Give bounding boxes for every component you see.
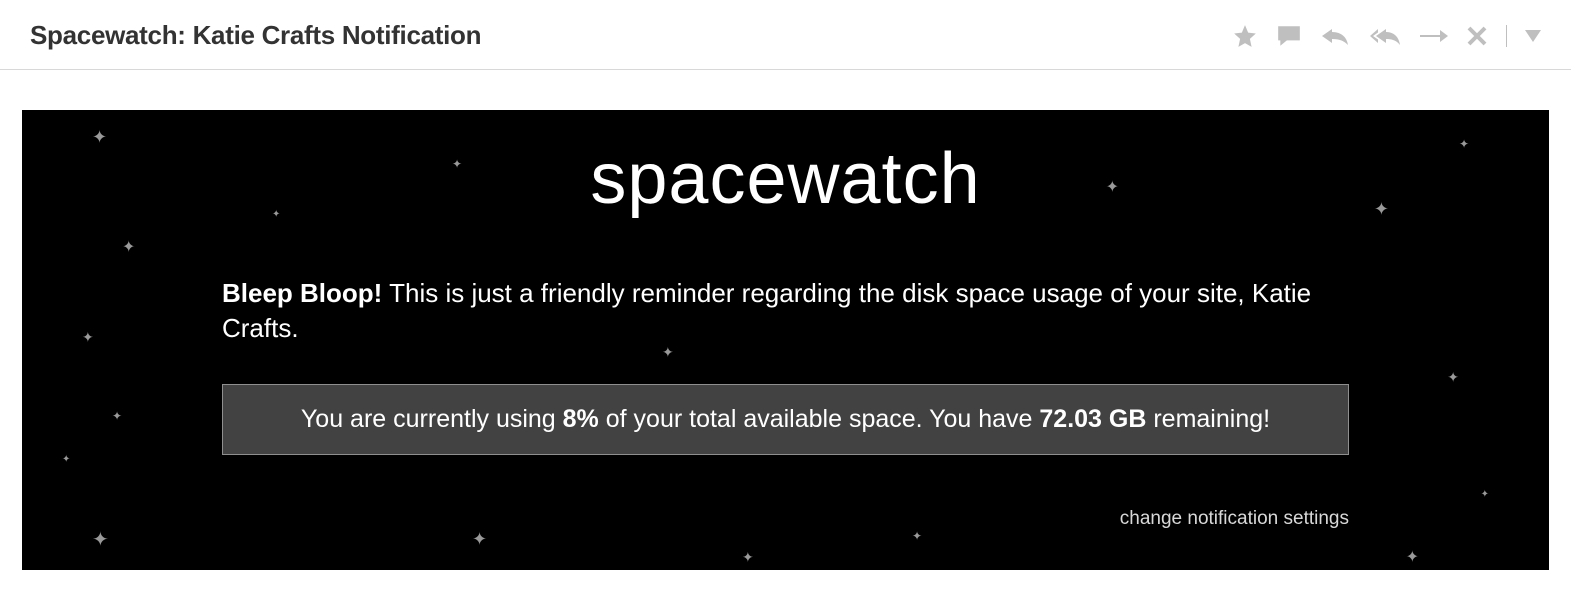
usage-remaining: 72.03 GB: [1039, 405, 1146, 433]
star-decoration: ✦: [472, 530, 487, 548]
star-decoration: ✦: [92, 530, 109, 550]
star-decoration: ✦: [452, 158, 462, 170]
comment-icon[interactable]: [1276, 24, 1302, 48]
greeting-bold: Bleep Bloop!: [222, 278, 382, 308]
star-decoration: ✦: [122, 240, 135, 256]
email-subject: Spacewatch: Katie Crafts Notification: [30, 20, 481, 51]
star-decoration: ✦: [1106, 180, 1119, 196]
email-header: Spacewatch: Katie Crafts Notification: [0, 0, 1571, 70]
toolbar-divider: [1506, 25, 1507, 47]
email-toolbar: [1232, 23, 1541, 49]
reply-icon[interactable]: [1320, 25, 1350, 47]
greeting-text: This is just a friendly reminder regardi…: [222, 278, 1311, 343]
reply-all-icon[interactable]: [1368, 25, 1402, 47]
star-decoration: ✦: [662, 345, 674, 359]
star-decoration: ✦: [112, 410, 122, 422]
usage-percent: 8%: [563, 405, 599, 433]
star-decoration: ✦: [272, 210, 280, 220]
star-decoration: ✦: [742, 550, 754, 564]
usage-prefix: You are currently using: [301, 405, 563, 433]
star-decoration: ✦: [82, 330, 94, 344]
star-decoration: ✦: [1406, 550, 1419, 566]
star-decoration: ✦: [1374, 200, 1389, 218]
email-body: ✦ ✦ ✦ ✦ ✦ ✦ ✦ ✦ ✦ ✦ ✦ ✦ ✦ ✦ ✦ ✦ ✦ ✦ spac…: [0, 70, 1571, 592]
star-decoration: ✦: [92, 128, 107, 146]
delete-icon[interactable]: [1466, 25, 1488, 47]
brand-title: spacewatch: [590, 138, 980, 220]
change-settings-link[interactable]: change notification settings: [1120, 508, 1349, 530]
star-decoration: ✦: [1447, 370, 1459, 384]
star-decoration: ✦: [62, 455, 70, 465]
star-decoration: ✦: [1481, 490, 1489, 500]
star-decoration: ✦: [1459, 138, 1469, 150]
forward-icon[interactable]: [1420, 28, 1448, 44]
spacewatch-card: ✦ ✦ ✦ ✦ ✦ ✦ ✦ ✦ ✦ ✦ ✦ ✦ ✦ ✦ ✦ ✦ ✦ ✦ spac…: [22, 110, 1549, 570]
usage-suffix: remaining!: [1146, 405, 1270, 433]
more-menu-icon[interactable]: [1525, 30, 1541, 42]
usage-mid: of your total available space. You have: [599, 405, 1040, 433]
star-icon[interactable]: [1232, 23, 1258, 49]
reminder-message: Bleep Bloop! This is just a friendly rem…: [222, 276, 1349, 346]
star-decoration: ✦: [912, 530, 922, 542]
usage-summary: You are currently using 8% of your total…: [222, 384, 1349, 455]
